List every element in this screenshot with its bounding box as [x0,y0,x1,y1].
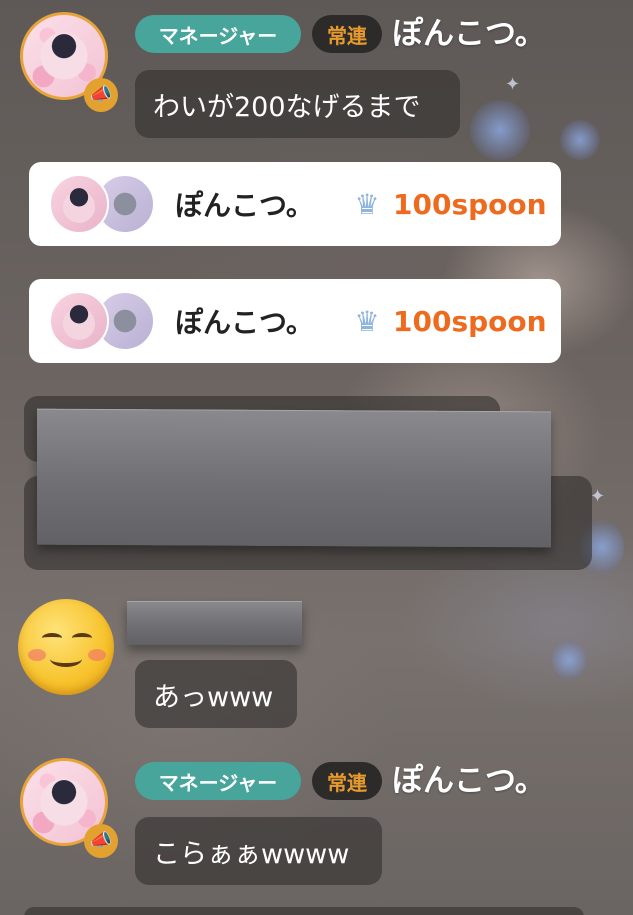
sparkle-icon: ✦ [505,74,521,95]
chat-message-bubble [24,907,584,915]
crown-icon: ♛ [354,187,380,221]
left-cheek [28,649,46,661]
right-eye [72,633,92,643]
spoon-amount: 100spoon [393,187,547,221]
gift-notification[interactable]: ぽんこつ。 ♛ 100spoon [29,162,561,246]
sender-avatar [49,291,109,351]
message-username[interactable]: ぽんこつ。 [392,762,546,800]
redacted-block [37,408,551,548]
spoon-amount: 100spoon [393,304,547,338]
crown-jewel-decoration [552,640,586,680]
sparkle-icon: ✦ [590,486,606,507]
regular-badge: 常連 [312,762,382,800]
chat-message-bubble: わいが200なげるまで [135,70,460,138]
regular-badge: 常連 [312,15,382,53]
chat-message-bubble: こらぁぁwwww [135,817,382,885]
right-cheek [88,649,106,661]
megaphone-icon: 📣 [84,824,118,858]
gift-sender-name: ぽんこつ。 [175,189,314,222]
crown-jewel-decoration [470,100,530,160]
megaphone-icon: 📣 [84,78,118,112]
redacted-username [127,601,302,645]
gift-sender-name: ぽんこつ。 [175,306,314,339]
message-username[interactable]: ぽんこつ。 [392,15,546,53]
crown-icon: ♛ [354,304,380,338]
manager-badge: マネージャー [135,15,301,53]
manager-badge: マネージャー [135,762,301,800]
sender-avatar [49,174,109,234]
smiling-face-avatar[interactable] [18,599,114,695]
gift-notification[interactable]: ぽんこつ。 ♛ 100spoon [29,279,561,363]
left-eye [42,633,62,643]
chat-message-bubble: あっwww [135,660,297,728]
crown-jewel-decoration [560,120,600,160]
smile-mouth [50,651,82,667]
